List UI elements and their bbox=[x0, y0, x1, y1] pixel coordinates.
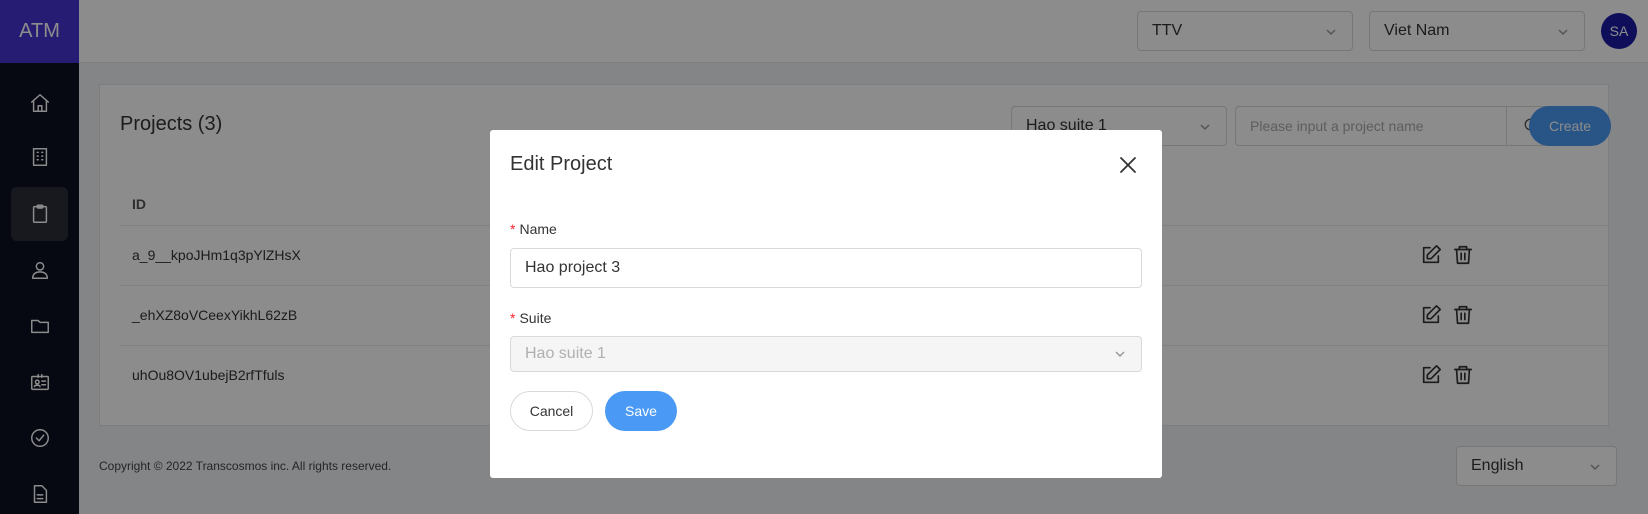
suite-select-disabled: Hao suite 1 bbox=[510, 336, 1142, 372]
modal-title: Edit Project bbox=[510, 153, 613, 175]
save-button[interactable]: Save bbox=[605, 391, 677, 431]
edit-project-modal: Edit Project * Name Hao project 3 * Suite … bbox=[490, 130, 1162, 478]
suite-label: * Suite bbox=[510, 310, 552, 326]
cancel-button[interactable]: Cancel bbox=[510, 391, 593, 431]
project-name-field[interactable]: Hao project 3 bbox=[510, 248, 1142, 288]
suite-select-value: Hao suite 1 bbox=[525, 345, 606, 362]
close-icon[interactable] bbox=[1118, 155, 1138, 175]
chevron-down-icon bbox=[1113, 347, 1127, 366]
name-label: * Name bbox=[510, 221, 557, 237]
